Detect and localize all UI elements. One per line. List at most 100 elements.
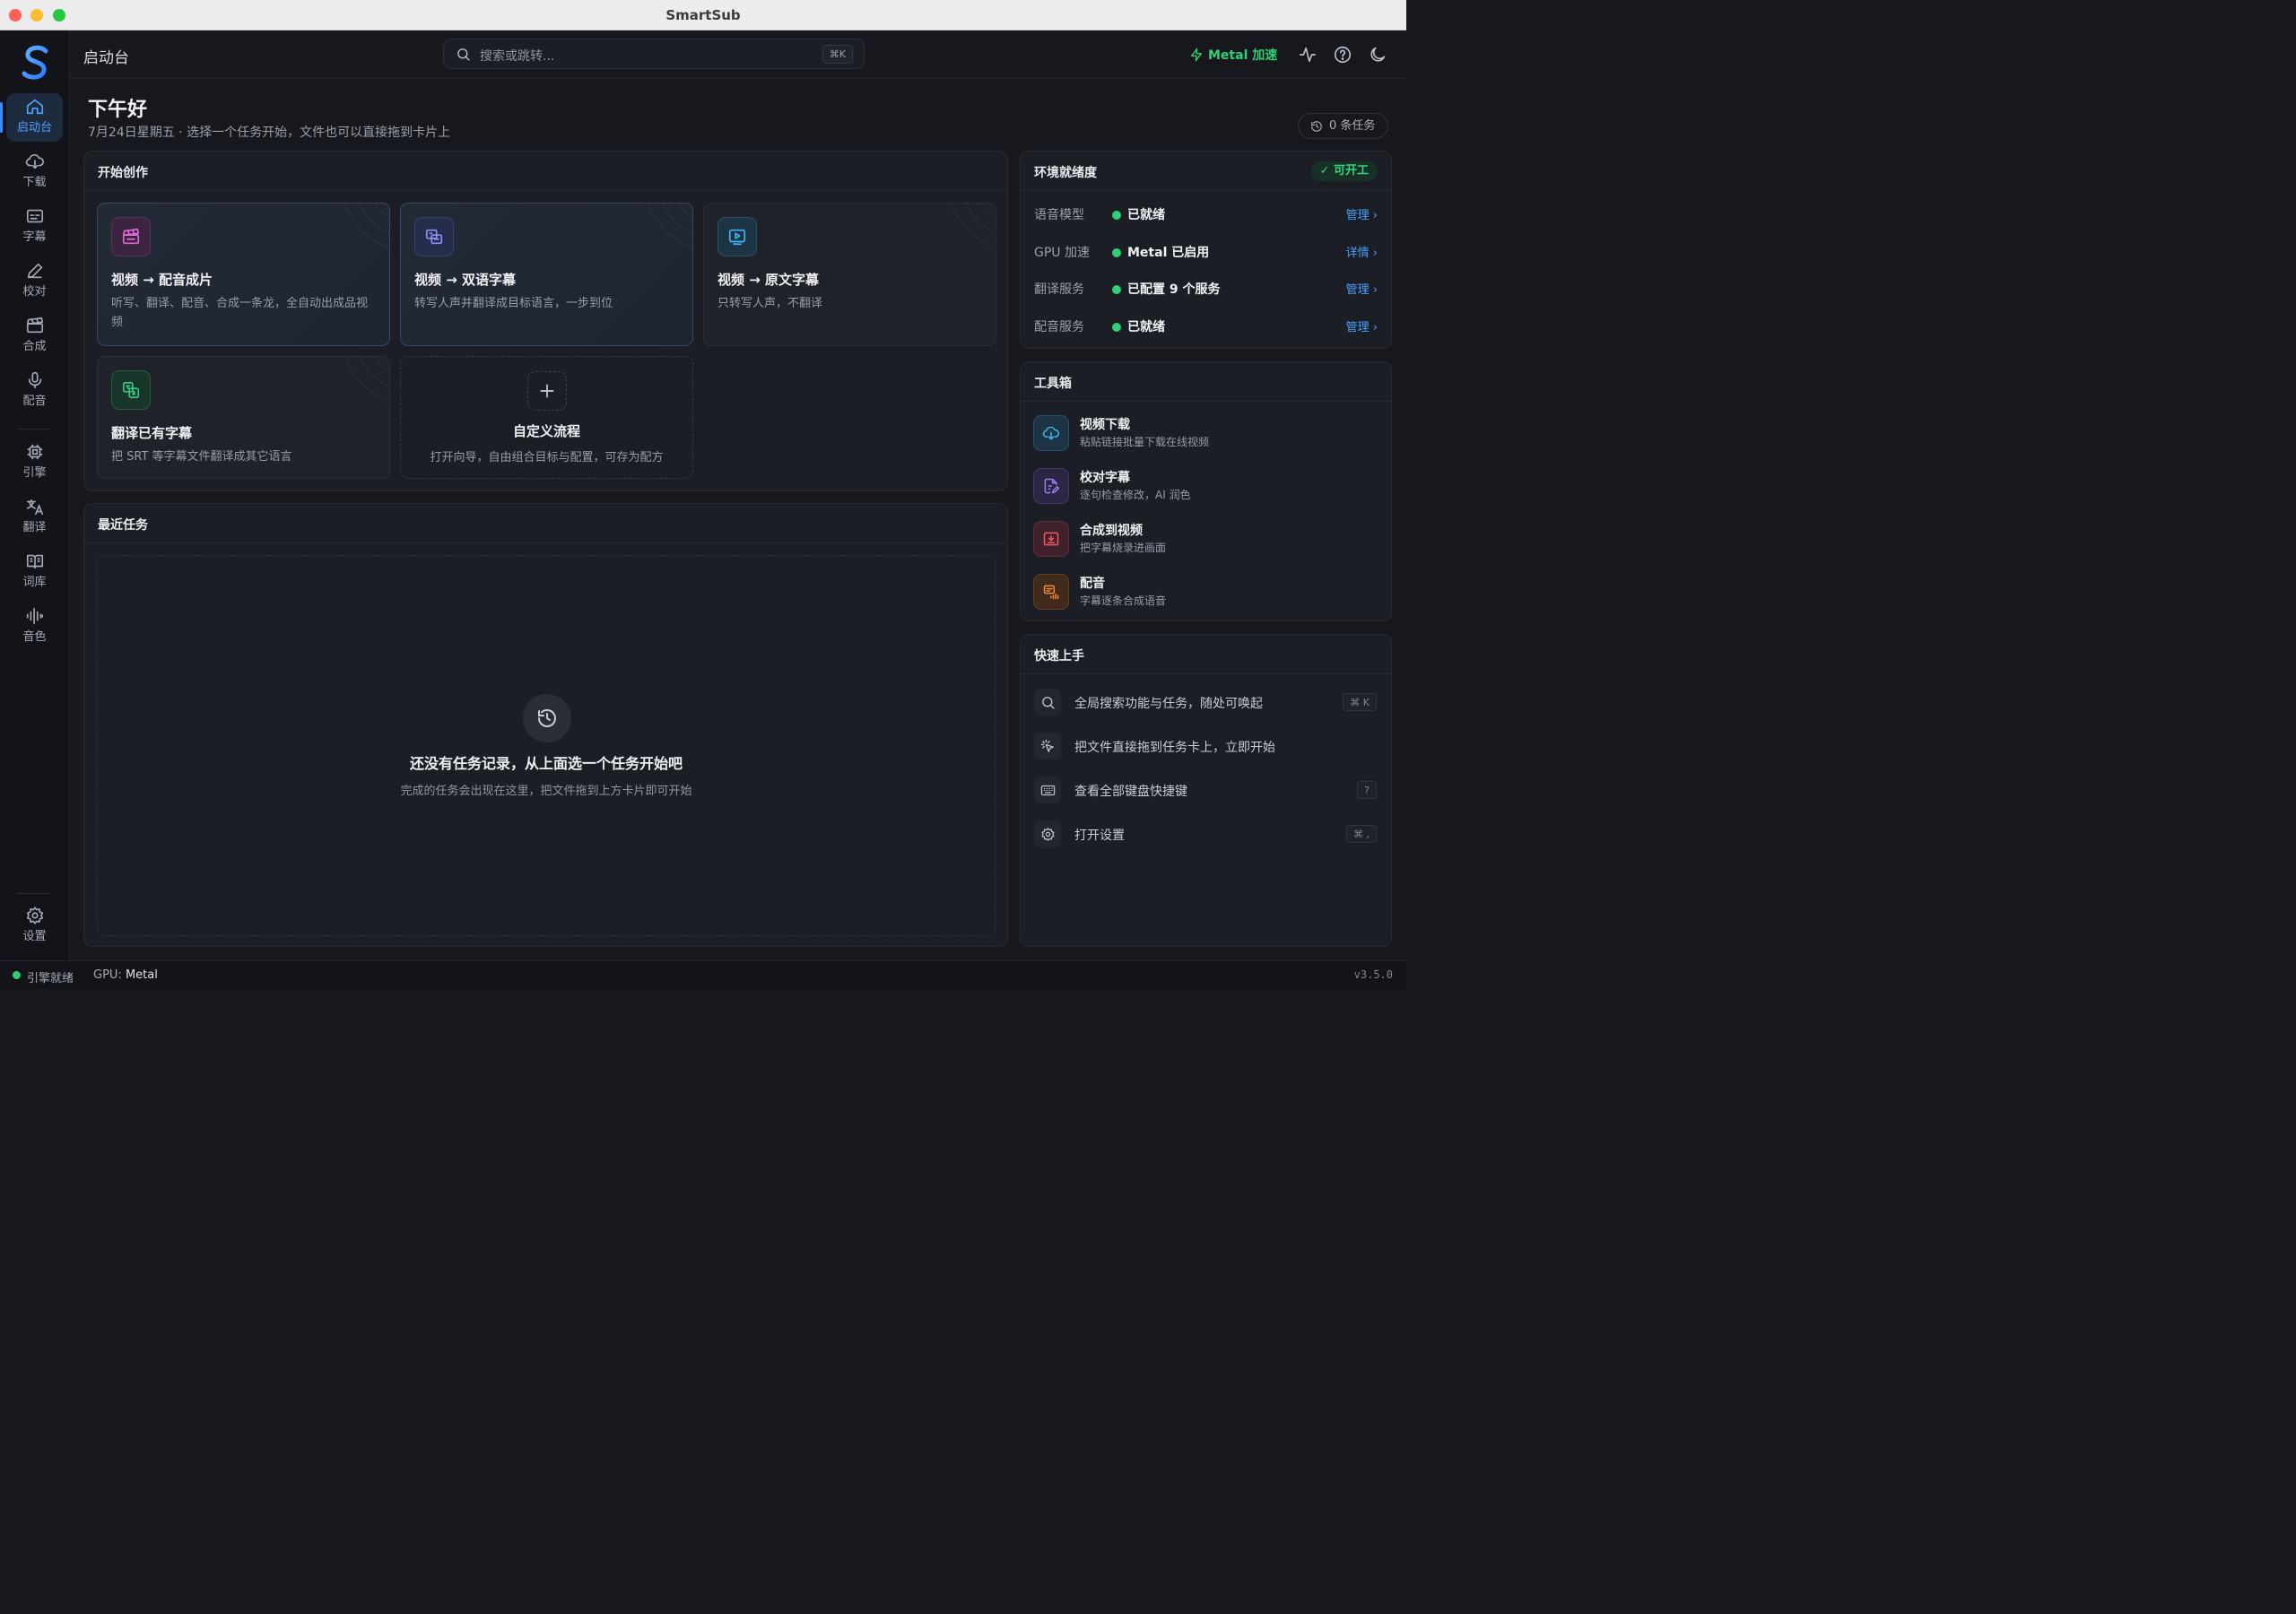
env-row-gpu: GPU 加速 Metal 已启用 详情 ›	[1034, 243, 1378, 263]
window-titlebar: SmartSub	[0, 0, 1406, 30]
panel-title: 开始创作	[98, 166, 148, 180]
details-link[interactable]: 详情 ›	[1346, 243, 1378, 260]
task-count-badge[interactable]: 0 条任务	[1298, 113, 1388, 139]
doc-edit-icon	[1044, 478, 1060, 494]
clapper-icon	[26, 317, 43, 334]
panel-title: 工具箱	[1034, 377, 1072, 391]
sidebar-item-translate[interactable]: 翻译	[6, 493, 63, 542]
translate-icon	[122, 381, 140, 399]
panel-header: 快速上手	[1021, 635, 1391, 674]
tool-icon-tile	[1033, 468, 1069, 504]
panel-title: 环境就绪度	[1034, 166, 1097, 180]
gpu-label: GPU:	[93, 968, 122, 982]
gear-icon	[26, 907, 43, 924]
panel-title: 快速上手	[1034, 649, 1084, 664]
card-icon-tile	[111, 217, 151, 256]
translate-icon	[26, 499, 43, 516]
sidebar-item-download[interactable]: 下载	[6, 148, 63, 196]
clapper-icon	[122, 228, 140, 245]
sidebar-item-label: 启动台	[16, 121, 52, 134]
search-placeholder: 搜索或跳转...	[480, 49, 555, 64]
quickstart-item-search[interactable]: 全局搜索功能与任务，随处可唤起 ⌘ K	[1034, 687, 1377, 717]
quickstart-text: 查看全部键盘快捷键	[1074, 785, 1187, 799]
card-title: 自定义流程	[512, 423, 580, 439]
env-value: 已就绪	[1127, 208, 1165, 222]
status-bar: 引擎就绪 GPU: Metal v3.5.0	[0, 960, 1406, 989]
sidebar-item-launchpad[interactable]: 启动台	[0, 93, 63, 142]
card-description: 打开向导，自由组合目标与配置，可存为配方	[430, 451, 664, 464]
card-description: 把 SRT 等字幕文件翻译成其它语言	[111, 450, 292, 464]
env-key: 翻译服务	[1034, 282, 1084, 297]
sidebar-item-compose[interactable]: 合成	[6, 312, 63, 360]
card-video-to-dubbed[interactable]: 视频 → 配音成片 听写、翻译、配音、合成一条龙，全自动出成品视频	[97, 203, 390, 346]
tool-video-download[interactable]: 视频下载 粘贴链接批量下载在线视频	[1033, 412, 1374, 456]
breadcrumb: 启动台	[83, 49, 129, 67]
history-icon	[538, 709, 556, 727]
tool-icon-tile	[1033, 415, 1069, 451]
status-dot	[1112, 211, 1121, 220]
sidebar-item-dubbing[interactable]: 配音	[6, 367, 63, 415]
home-icon	[26, 99, 43, 115]
quickstart-item-drag[interactable]: 把文件直接拖到任务卡上，立即开始	[1034, 731, 1377, 761]
gpu-status: GPU: Metal	[93, 968, 158, 982]
help-icon[interactable]	[1333, 45, 1352, 65]
sidebar-item-settings[interactable]: 设置	[6, 902, 63, 950]
shortcut-badge: ?	[1357, 781, 1377, 799]
tool-burn-in[interactable]: 合成到视频 把字幕烧录进画面	[1033, 517, 1374, 562]
status-dot	[1112, 285, 1121, 294]
card-description: 转写人声并翻译成目标语言，一步到位	[414, 297, 613, 310]
panel-header: 开始创作	[84, 152, 1007, 191]
env-readiness-panel: 环境就绪度 ✓ 可开工 语音模型 已就绪 管理 › GPU 加速 Metal 已…	[1020, 151, 1392, 349]
window-title: SmartSub	[665, 7, 741, 23]
manage-link[interactable]: 管理 ›	[1346, 205, 1378, 222]
quickstart-item-settings[interactable]: 打开设置 ⌘ ,	[1034, 819, 1377, 849]
card-icon-tile	[111, 370, 151, 410]
tool-icon-tile	[1033, 521, 1069, 557]
card-translate-subtitle[interactable]: 翻译已有字幕 把 SRT 等字幕文件翻译成其它语言	[97, 356, 390, 479]
cursor-click-icon	[1040, 739, 1054, 752]
sidebar-item-label: 音色	[22, 630, 47, 644]
manage-link[interactable]: 管理 ›	[1346, 280, 1378, 297]
env-key: 配音服务	[1034, 320, 1084, 334]
sidebar-item-voices[interactable]: 音色	[6, 603, 63, 651]
manage-link[interactable]: 管理 ›	[1346, 317, 1378, 334]
sidebar-item-engine[interactable]: 引擎	[6, 438, 63, 487]
card-title: 视频 → 双语字幕	[414, 272, 517, 288]
tool-dubbing[interactable]: 配音 字幕逐条合成语音	[1033, 570, 1374, 615]
sidebar-divider	[18, 893, 50, 894]
toolbox-panel: 工具箱 视频下载 粘贴链接批量下载在线视频 校对字幕 逐句检查修改，AI 润色 …	[1020, 361, 1392, 621]
card-description: 只转写人声，不翻译	[718, 297, 823, 310]
search-icon	[1041, 696, 1055, 709]
empty-state-subtitle: 完成的任务会出现在这里，把文件拖到上方卡片即可开始	[400, 785, 692, 798]
sidebar-item-glossary[interactable]: 词库	[6, 548, 63, 596]
recent-tasks-panel: 最近任务 还没有任务记录，从上面选一个任务开始吧 完成的任务会出现在这里，把文件…	[83, 503, 1008, 947]
env-key: 语音模型	[1034, 208, 1084, 222]
card-video-to-bilingual[interactable]: 视频 → 双语字幕 转写人声并翻译成目标语言，一步到位	[400, 203, 693, 346]
search-icon	[457, 48, 470, 61]
tool-description: 粘贴链接批量下载在线视频	[1080, 436, 1210, 448]
tool-proofread[interactable]: 校对字幕 逐句检查修改，AI 润色	[1033, 464, 1374, 509]
tool-description: 字幕逐条合成语音	[1080, 594, 1167, 607]
quickstart-item-shortcuts[interactable]: 查看全部键盘快捷键 ?	[1034, 775, 1377, 805]
search-input[interactable]: 搜索或跳转... ⌘K	[443, 39, 865, 69]
card-custom-workflow[interactable]: 自定义流程 打开向导，自由组合目标与配置，可存为配方	[400, 356, 693, 479]
panel-header: 环境就绪度 ✓ 可开工	[1021, 152, 1391, 191]
app-logo-icon[interactable]	[20, 43, 52, 82]
env-key: GPU 加速	[1034, 246, 1090, 260]
metal-accel-status[interactable]: Metal 加速	[1189, 46, 1277, 64]
sidebar-item-label: 校对	[22, 285, 47, 299]
search-shortcut-badge: ⌘K	[822, 45, 853, 64]
status-dot	[1112, 323, 1121, 332]
gpu-value: Metal	[125, 968, 158, 982]
card-video-to-original[interactable]: 视频 → 原文字幕 只转写人声，不翻译	[703, 203, 996, 346]
sidebar-item-subtitle[interactable]: 字幕	[6, 203, 63, 251]
moon-icon[interactable]	[1368, 45, 1387, 65]
keyboard-icon	[1040, 785, 1055, 795]
engine-status: 引擎就绪	[27, 972, 74, 985]
activity-icon[interactable]	[1298, 45, 1318, 65]
card-title: 翻译已有字幕	[111, 425, 193, 441]
download-icon	[25, 153, 44, 169]
recent-tasks-dropzone[interactable]: 还没有任务记录，从上面选一个任务开始吧 完成的任务会出现在这里，把文件拖到上方卡…	[97, 555, 996, 936]
ready-status-label: 可开工	[1333, 164, 1369, 178]
sidebar-item-proofread[interactable]: 校对	[6, 257, 63, 306]
